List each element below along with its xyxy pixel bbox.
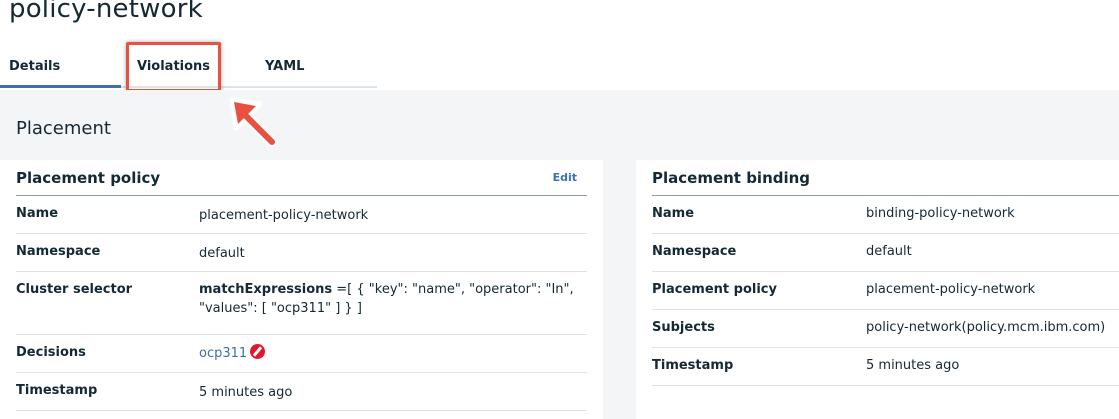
tab-violations[interactable]: Violations: [137, 44, 210, 88]
table-row: Subjects policy-network(policy.mcm.ibm.c…: [652, 310, 1119, 348]
row-value: policy-network(policy.mcm.ibm.com): [866, 320, 1106, 335]
row-value: ocp311: [199, 344, 589, 363]
row-key: Subjects: [652, 320, 715, 335]
row-key: Name: [16, 206, 59, 221]
decision-cluster-link[interactable]: ocp311: [199, 346, 247, 361]
row-value: default: [199, 246, 245, 261]
row-key: Timestamp: [16, 383, 98, 398]
row-value: 5 minutes ago: [199, 385, 293, 400]
table-row: Namespace default: [652, 234, 1119, 272]
row-key: Name: [652, 206, 695, 221]
page-title: policy-network: [9, 0, 203, 24]
row-key: Namespace: [652, 244, 737, 259]
table-row: Cluster selector matchExpressions =[ { "…: [16, 272, 587, 335]
table-row: Namespace default: [16, 234, 587, 272]
placement-policy-card: Placement policy Edit Name placement-pol…: [0, 160, 603, 419]
row-value: 5 minutes ago: [866, 358, 960, 373]
table-row: Timestamp 5 minutes ago: [16, 373, 587, 411]
row-key: Cluster selector: [16, 282, 133, 297]
match-expressions-label: matchExpressions: [199, 282, 333, 297]
table-row: Decisions ocp311: [16, 335, 587, 373]
active-tab-indicator: [0, 85, 121, 88]
card-title: Placement policy: [16, 169, 161, 187]
placement-binding-card: Placement binding Name binding-policy-ne…: [636, 160, 1119, 419]
row-value: placement-policy-network: [199, 208, 369, 223]
table-row: Timestamp 5 minutes ago: [652, 348, 1119, 386]
main-content: Placement Placement policy Edit Name pla…: [0, 90, 1119, 419]
row-value: placement-policy-network: [866, 282, 1036, 297]
table-row: Placement policy placement-policy-networ…: [652, 272, 1119, 310]
table-row: Name binding-policy-network: [652, 196, 1119, 234]
cluster-selector-value: matchExpressions =[ { "key": "name", "op…: [199, 280, 589, 318]
card-title: Placement binding: [652, 169, 811, 187]
section-title: Placement: [16, 118, 111, 139]
row-key: Placement policy: [652, 282, 777, 297]
tab-details[interactable]: Details: [9, 44, 60, 88]
deny-icon: [250, 344, 266, 359]
row-key: Timestamp: [652, 358, 734, 373]
row-key: Namespace: [16, 244, 101, 259]
edit-button[interactable]: Edit: [553, 171, 577, 184]
row-value: binding-policy-network: [866, 206, 1015, 221]
row-value: default: [866, 244, 912, 259]
tab-yaml[interactable]: YAML: [265, 44, 304, 88]
row-key: Decisions: [16, 345, 86, 360]
table-row: Name placement-policy-network: [16, 196, 587, 234]
tab-bar: Details Violations YAML: [0, 44, 377, 88]
